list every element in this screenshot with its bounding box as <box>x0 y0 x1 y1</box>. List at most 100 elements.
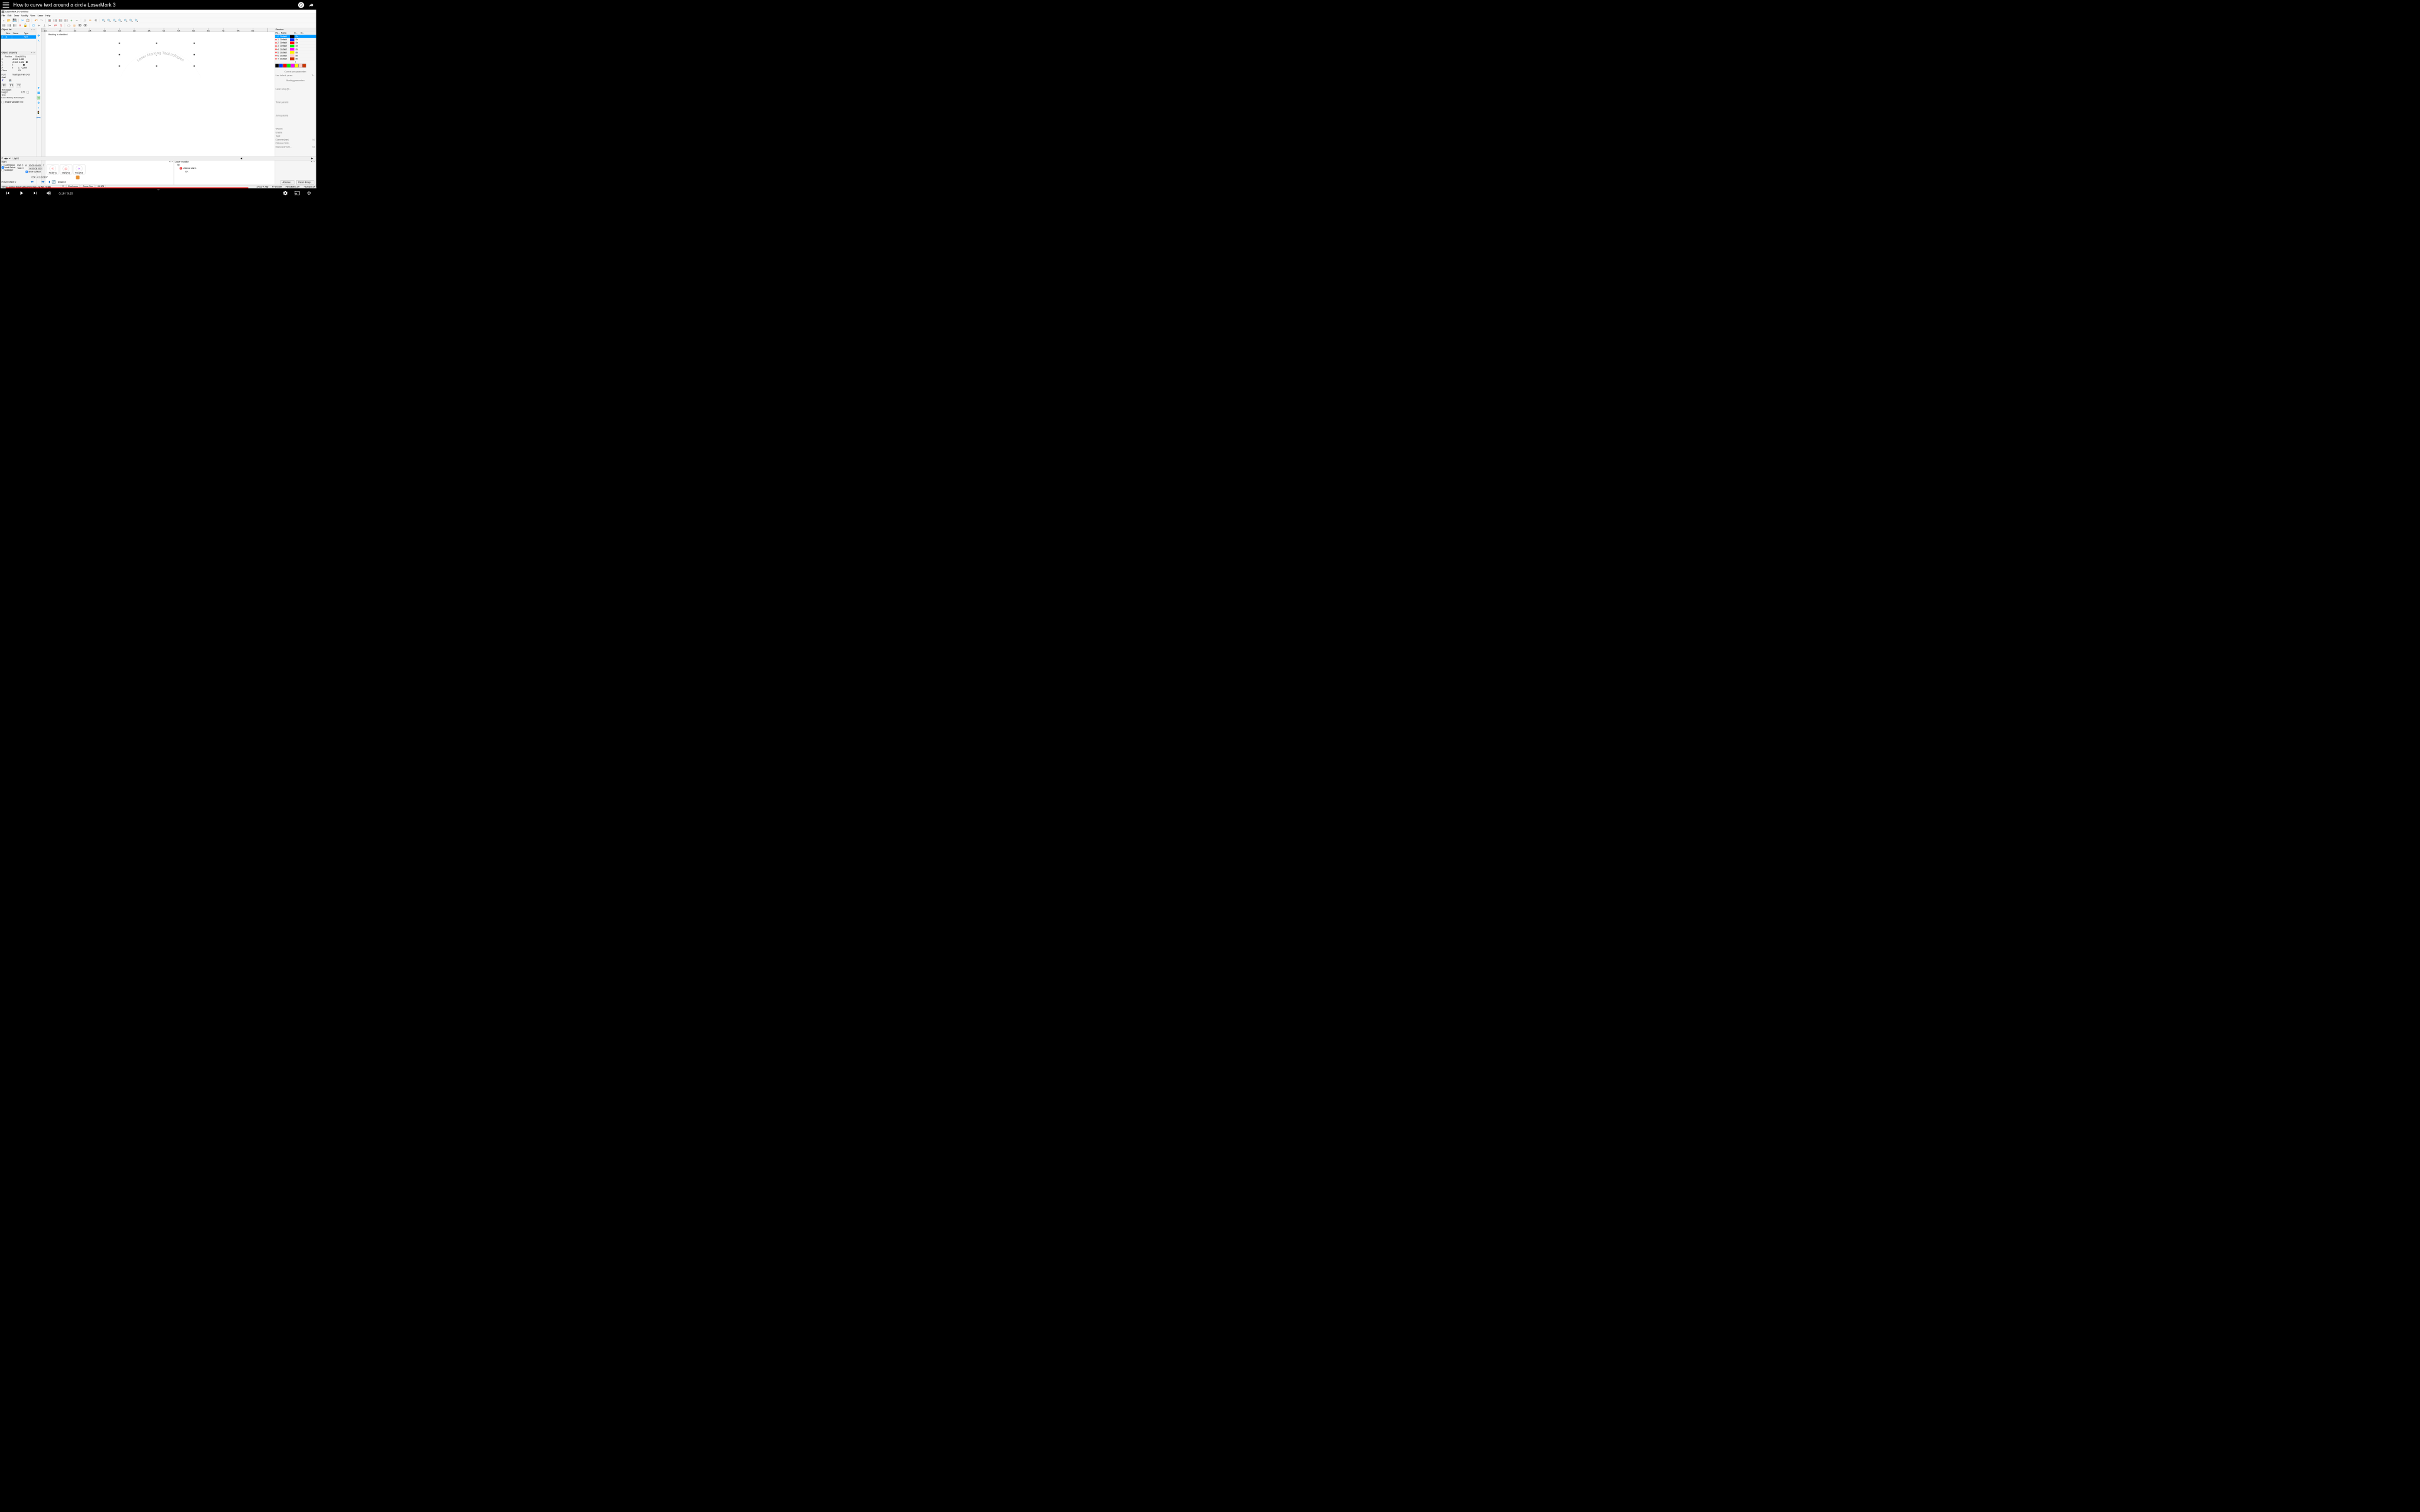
watch-later-icon[interactable] <box>298 2 304 8</box>
zoom-in-icon[interactable]: 🔍 <box>107 18 112 23</box>
tab-last-icon[interactable]: ⏭ <box>9 158 11 160</box>
height-box[interactable] <box>26 91 29 94</box>
lock-aspect-icon[interactable]: ▣ <box>26 61 28 64</box>
menu-help[interactable]: Help <box>45 14 50 17</box>
show-contour-checkbox[interactable] <box>25 171 28 173</box>
fullscreen-exit-button[interactable] <box>306 190 313 197</box>
cast-button[interactable] <box>294 190 301 197</box>
new-icon[interactable]: ▫ <box>2 18 6 23</box>
open-icon[interactable]: 📂 <box>7 18 11 23</box>
image-icon[interactable]: 🖼 <box>37 96 41 100</box>
color-swatch[interactable] <box>302 64 306 67</box>
snap-icon-1[interactable] <box>2 23 6 28</box>
align-icon-1[interactable] <box>47 18 52 23</box>
tt-style-3[interactable]: T T <box>16 83 21 88</box>
color-swatch[interactable] <box>279 64 283 67</box>
next-button[interactable] <box>32 190 39 197</box>
menu-file[interactable]: File <box>2 14 6 17</box>
pointer-icon[interactable]: ✥ <box>37 33 41 38</box>
target-icon[interactable]: ◎ <box>72 23 77 28</box>
nav-left-icon[interactable]: ⬅ <box>30 180 33 184</box>
sel-handle[interactable] <box>193 43 195 44</box>
stop-icon[interactable] <box>76 176 80 180</box>
zoom-fit-icon[interactable]: 🔍 <box>118 18 122 23</box>
traffic-icon[interactable]: 🚦 <box>37 111 41 115</box>
enable-var-checkbox[interactable] <box>2 101 4 103</box>
panel-close-icon[interactable]: × <box>34 52 35 54</box>
prev-button[interactable] <box>4 190 12 197</box>
axis-icon-2[interactable]: ⊢ <box>48 23 52 28</box>
plus-icon[interactable]: + <box>69 18 74 23</box>
snap-icon-2[interactable] <box>7 23 11 28</box>
tt-style-1[interactable]: T T <box>2 83 6 88</box>
play-button[interactable] <box>18 190 25 197</box>
color-swatch[interactable] <box>283 64 287 67</box>
eye-closed-icon[interactable]: 👁 <box>83 23 88 28</box>
curved-text-object[interactable]: Laser Marking Technologies <box>120 49 200 94</box>
tool-icon-2[interactable]: ⟲ <box>94 18 98 23</box>
zoom-sel-icon[interactable]: 🔍 <box>124 18 128 23</box>
lock-icon[interactable]: 🔓 <box>23 23 28 28</box>
color-swatch[interactable] <box>287 64 291 67</box>
tab-next-icon[interactable]: ▶ <box>6 158 8 159</box>
sel-handle[interactable] <box>119 66 120 67</box>
eye-open-icon[interactable]: 👁 <box>78 23 82 28</box>
save-font-icon[interactable]: 💾 <box>9 79 11 82</box>
tool-icon-1[interactable]: ▱ <box>83 18 87 23</box>
sel-handle[interactable] <box>156 43 158 44</box>
object-row[interactable]: 1 1 Text <box>1 35 36 38</box>
color-swatch[interactable] <box>299 64 302 67</box>
advance-button[interactable]: Advance... <box>280 181 294 185</box>
mirror-h-icon[interactable]: ⇄ <box>54 23 58 28</box>
menu-modify[interactable]: Modify <box>21 14 28 17</box>
zoom-all-icon[interactable]: 🔍 <box>129 18 134 23</box>
menu-view[interactable]: View <box>30 14 35 17</box>
mirror-v-icon[interactable]: ⇅ <box>59 23 63 28</box>
rect-icon[interactable]: ▭ <box>67 23 71 28</box>
zoom-out-icon[interactable]: 🔍 <box>113 18 117 23</box>
copy-icon[interactable]: 📋 <box>26 18 30 23</box>
para-button[interactable]: ✂Para(F3) <box>73 164 86 174</box>
line-tool-icon[interactable]: ⊕ <box>37 101 41 105</box>
layer-tab[interactable]: Layer1 <box>13 158 19 160</box>
tab-first-icon[interactable]: ⏮ <box>2 158 4 160</box>
cut-icon[interactable]: ✂ <box>21 18 25 23</box>
red-button[interactable]: ⟲Red(F1) <box>47 164 59 174</box>
color-swatch[interactable] <box>275 64 279 67</box>
nav-right-icon[interactable]: ➡ <box>42 180 45 184</box>
settings-button[interactable] <box>282 190 289 197</box>
scroll-left-icon[interactable]: ◀ <box>240 158 242 160</box>
chevron-down-icon[interactable]: ⌄ <box>157 186 160 192</box>
panel-close-icon[interactable]: × <box>34 29 35 31</box>
zoom-icon[interactable]: 🔍 <box>101 18 106 23</box>
tab-prev-icon[interactable]: ◀ <box>4 158 6 159</box>
zoom-window-icon[interactable]: 🔍 <box>135 18 139 23</box>
delete-icon[interactable]: ✕ <box>18 23 23 28</box>
color-swatch[interactable] <box>291 64 294 67</box>
text-tool-icon[interactable]: T <box>37 86 41 90</box>
undo-icon[interactable]: ↶ <box>34 18 38 23</box>
snap-icon-3[interactable] <box>13 23 17 28</box>
measure-icon[interactable]: ⟷ <box>37 115 41 120</box>
tt-style-2[interactable]: T T <box>9 83 13 88</box>
hatch-icon[interactable]: ✏ <box>88 18 93 23</box>
menu-edit[interactable]: Edit <box>8 14 11 17</box>
arrow-icon[interactable]: ↖ <box>37 38 41 43</box>
barcode-icon[interactable]: ▦ <box>37 91 41 95</box>
save-icon[interactable]: 💾 <box>13 18 17 23</box>
minus-icon[interactable]: − <box>75 18 79 23</box>
param-library-button[interactable]: Param library... <box>296 181 314 185</box>
nav-refresh-icon[interactable]: 🔄 <box>52 180 55 184</box>
redo-icon[interactable]: ↷ <box>40 18 44 23</box>
multilayer-checkbox[interactable] <box>2 169 4 171</box>
menu-draw[interactable]: Draw <box>14 14 19 17</box>
color-swatch[interactable] <box>295 64 299 67</box>
clock-icon[interactable]: ◐ <box>37 106 41 110</box>
sel-handle[interactable] <box>119 54 120 55</box>
sel-handle[interactable] <box>119 43 120 44</box>
scroll-right-icon[interactable]: ▶ <box>311 158 313 160</box>
hamburger-icon[interactable] <box>3 3 9 8</box>
font-style-icon[interactable]: F <box>2 79 4 83</box>
axis-icon-1[interactable]: ⊥ <box>42 23 47 28</box>
mark-button[interactable]: ◎Mark(F2) <box>60 164 72 174</box>
